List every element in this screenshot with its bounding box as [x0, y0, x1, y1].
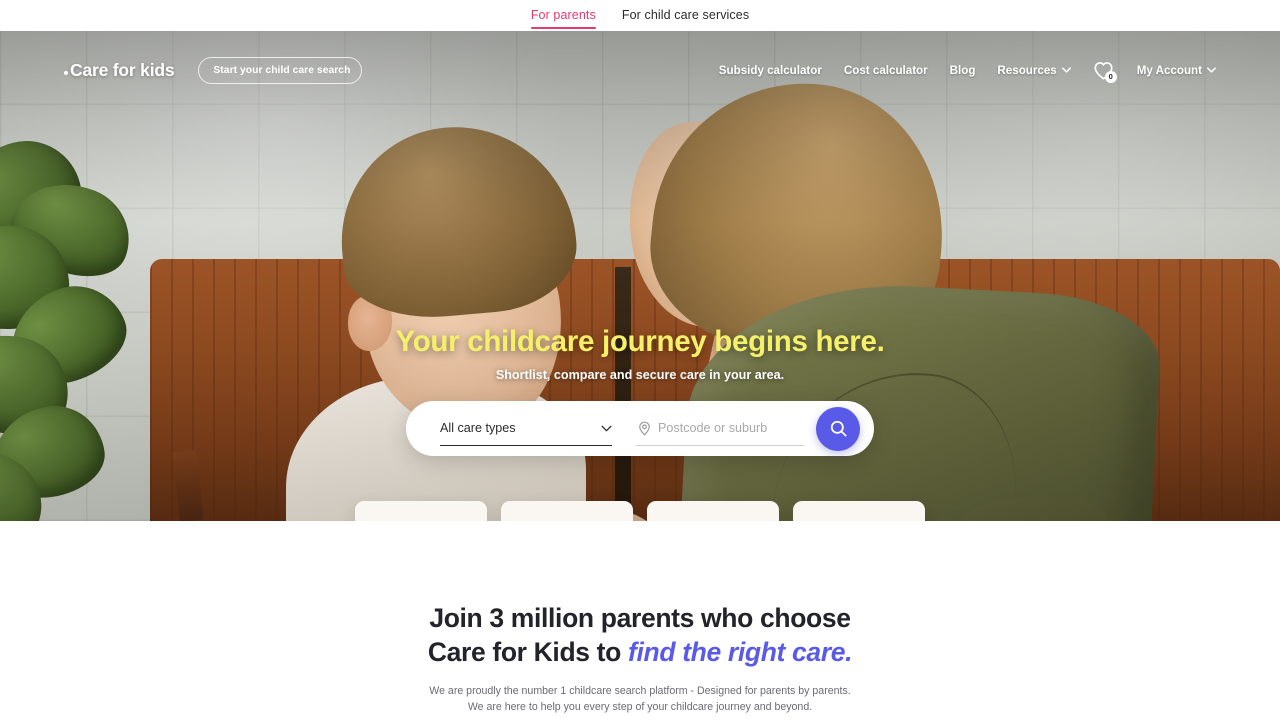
hero-search-widget: All care types Postcode or suburb: [406, 401, 874, 456]
card-search[interactable]: Search: [501, 501, 633, 521]
card-calculate[interactable]: Calculate − × + =: [355, 501, 487, 521]
header-search-placeholder: Start your child care search: [213, 64, 351, 76]
my-account-label: My Account: [1136, 63, 1202, 77]
chevron-down-icon: [1061, 67, 1071, 73]
chevron-down-icon: [1207, 67, 1216, 73]
lower-paragraph: We are proudly the number 1 childcare se…: [0, 683, 1280, 716]
lower-heading-emphasis: find the right care.: [628, 636, 853, 667]
search-submit-button[interactable]: [816, 406, 860, 451]
hero-subtitle: Shortlist, compare and secure care in yo…: [495, 368, 785, 383]
nav-cost-calculator[interactable]: Cost calculator: [844, 64, 928, 77]
lower-heading-line1: Join 3 million parents who choose: [429, 603, 851, 633]
nav-blog[interactable]: Blog: [950, 64, 976, 77]
nav-resources[interactable]: Resources: [997, 63, 1071, 77]
lower-heading-line2: Care for Kids to find the right care.: [0, 636, 1280, 670]
logo-dot-icon: [64, 70, 68, 75]
card-enquire[interactable]: Enquire: [793, 501, 925, 521]
nav-subsidy-calculator[interactable]: Subsidy calculator: [719, 64, 822, 77]
nav-resources-label: Resources: [997, 63, 1057, 77]
wishlist-button[interactable]: 0: [1093, 61, 1117, 83]
location-input[interactable]: Postcode or suburb: [636, 412, 804, 446]
logo-text: Care for kids: [70, 59, 175, 80]
tab-for-child-care-services[interactable]: For child care services: [622, 0, 749, 31]
card-compare[interactable]: Compare: [647, 501, 779, 521]
chevron-down-icon: [601, 425, 612, 431]
primary-nav: Subsidy calculator Cost calculator Blog …: [719, 61, 1216, 83]
site-logo[interactable]: Care for kids: [64, 59, 175, 81]
lower-paragraph-line2: We are here to help you every step of yo…: [467, 701, 813, 714]
map-pin-icon: [639, 421, 650, 436]
tab-for-parents[interactable]: For parents: [530, 0, 596, 31]
care-type-select[interactable]: All care types: [440, 412, 612, 446]
header-search-input[interactable]: Start your child care search: [198, 56, 363, 84]
hero-section: Care for kids Start your child care sear…: [0, 31, 1280, 521]
my-account-menu[interactable]: My Account: [1137, 64, 1216, 77]
lower-paragraph-line1: We are proudly the number 1 childcare se…: [429, 684, 851, 697]
value-proposition-section: Join 3 million parents who choose Care f…: [0, 521, 1280, 720]
wishlist-count-badge: 0: [1104, 70, 1117, 83]
hero-copy: Your childcare journey begins here. Shor…: [0, 325, 1280, 383]
care-type-value: All care types: [440, 421, 516, 435]
site-header: Care for kids Start your child care sear…: [0, 31, 1280, 109]
hero-title: Your childcare journey begins here.: [395, 325, 885, 358]
audience-tab-bar: For parents For child care services: [0, 0, 1280, 31]
lower-heading: Join 3 million parents who choose Care f…: [0, 602, 1280, 670]
location-placeholder: Postcode or suburb: [658, 421, 768, 435]
lower-heading-line2-plain: Care for Kids to: [427, 636, 629, 667]
quick-action-cards: Calculate − × + = Search Compare: [355, 501, 925, 521]
search-icon: [830, 420, 846, 437]
